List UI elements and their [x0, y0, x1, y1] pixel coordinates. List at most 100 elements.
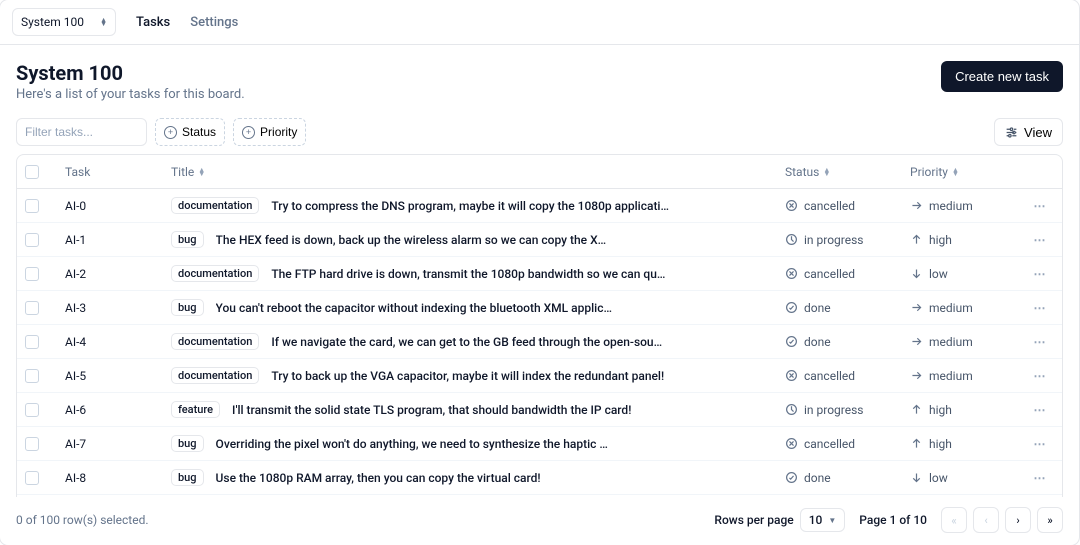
row-checkbox[interactable]: [25, 403, 39, 417]
table-footer: 0 of 100 row(s) selected. Rows per page …: [0, 497, 1079, 545]
arrow-right-icon: [910, 335, 923, 348]
task-tag: bug: [171, 469, 204, 486]
nav-tasks[interactable]: Tasks: [136, 15, 170, 30]
chevron-updown-icon: ▲▼: [100, 18, 107, 26]
row-actions-button[interactable]: ⋯: [1028, 335, 1052, 349]
table-row: AI-8bugUse the 1080p RAM array, then you…: [17, 461, 1062, 495]
table-row: AI-3bugYou can't reboot the capacitor wi…: [17, 291, 1062, 325]
row-actions-button[interactable]: ⋯: [1028, 471, 1052, 485]
priority-text: medium: [929, 369, 973, 383]
task-tag: feature: [171, 401, 220, 418]
task-title-cell: bug Overriding the pixel won't do anythin…: [163, 435, 777, 452]
chevron-down-icon: ▼: [828, 516, 836, 525]
priority-text: medium: [929, 335, 973, 349]
task-title-cell: feature I'll transmit the solid state TLS…: [163, 401, 777, 418]
row-actions-button[interactable]: ⋯: [1028, 369, 1052, 383]
arrow-right-icon: [910, 369, 923, 382]
row-actions-button[interactable]: ⋯: [1028, 437, 1052, 451]
task-status: in progress: [777, 233, 902, 247]
row-checkbox[interactable]: [25, 199, 39, 213]
done-icon: [785, 335, 798, 348]
rows-label: Rows per page: [714, 513, 793, 527]
task-tag: documentation: [171, 265, 259, 282]
task-title: Overriding the pixel won't do anything, …: [216, 437, 608, 451]
row-actions-button[interactable]: ⋯: [1028, 233, 1052, 247]
task-title-cell: documentationThe FTP hard drive is down,…: [163, 265, 777, 282]
task-id: AI-1: [57, 233, 163, 247]
arrow-right-icon: [910, 199, 923, 212]
page-first-button[interactable]: «: [941, 507, 967, 533]
arrow-down-icon: [910, 471, 923, 484]
col-status[interactable]: Status ▲▼: [777, 165, 902, 179]
task-id: AI-5: [57, 369, 163, 383]
page-last-button[interactable]: »: [1037, 507, 1063, 533]
col-task[interactable]: Task: [57, 165, 163, 179]
col-status-label: Status: [785, 165, 819, 179]
sort-icon: ▲▼: [823, 168, 830, 176]
rows-per-page: Rows per page 10 ▼: [714, 508, 845, 532]
task-priority: medium: [902, 335, 1020, 349]
task-tag: bug: [171, 435, 204, 452]
page-next-button[interactable]: ›: [1005, 507, 1031, 533]
done-icon: [785, 301, 798, 314]
status-text: cancelled: [804, 267, 855, 281]
rows-select[interactable]: 10 ▼: [800, 508, 846, 532]
task-priority: low: [902, 471, 1020, 485]
priority-text: high: [929, 233, 952, 247]
col-priority[interactable]: Priority ▲▼: [902, 165, 1020, 179]
task-priority: medium: [902, 199, 1020, 213]
priority-filter-button[interactable]: + Priority: [233, 118, 306, 146]
view-label: View: [1024, 125, 1052, 140]
status-filter-button[interactable]: + Status: [155, 118, 225, 146]
sliders-icon: [1005, 126, 1018, 139]
col-title[interactable]: Title ▲▼: [163, 165, 777, 179]
workspace-selector[interactable]: System 100 ▲▼: [12, 8, 116, 36]
progress-icon: [785, 233, 798, 246]
toolbar: + Status + Priority View: [0, 118, 1079, 154]
select-all-checkbox[interactable]: [25, 165, 39, 179]
task-title: Use the 1080p RAM array, then you can co…: [216, 471, 541, 485]
page-prev-button[interactable]: ‹: [973, 507, 999, 533]
row-actions-button[interactable]: ⋯: [1028, 267, 1052, 281]
row-checkbox[interactable]: [25, 233, 39, 247]
row-actions-button[interactable]: ⋯: [1028, 301, 1052, 315]
row-checkbox[interactable]: [25, 471, 39, 485]
task-status: cancelled: [777, 199, 902, 213]
task-title: I'll transmit the solid state TLS progra…: [232, 403, 631, 417]
workspace-selected: System 100: [21, 15, 84, 29]
priority-text: medium: [929, 301, 973, 315]
status-text: done: [804, 301, 831, 315]
status-text: cancelled: [804, 437, 855, 451]
row-checkbox[interactable]: [25, 369, 39, 383]
status-text: cancelled: [804, 369, 855, 383]
task-title: The HEX feed is down, back up the wirele…: [216, 233, 607, 247]
arrow-up-icon: [910, 437, 923, 450]
task-tag: bug: [171, 231, 204, 248]
task-title-cell: bug Use the 1080p RAM array, then you can…: [163, 469, 777, 486]
row-checkbox[interactable]: [25, 301, 39, 315]
task-id: AI-0: [57, 199, 163, 213]
view-button[interactable]: View: [994, 118, 1063, 146]
page-info: Page 1 of 10: [859, 513, 927, 527]
row-checkbox[interactable]: [25, 335, 39, 349]
task-title: Try to back up the VGA capacitor, maybe …: [271, 369, 664, 383]
task-title-cell: documentationTry to compress the DNS pro…: [163, 197, 777, 214]
filter-input[interactable]: [16, 118, 147, 146]
row-actions-button[interactable]: ⋯: [1028, 403, 1052, 417]
tasks-table: Task Title ▲▼ Status ▲▼ Priority ▲▼ AI-0…: [16, 154, 1063, 497]
priority-text: low: [929, 267, 948, 281]
task-title-cell: bug The HEX feed is down, back up the wir…: [163, 231, 777, 248]
arrow-up-icon: [910, 403, 923, 416]
table-row: AI-2documentationThe FTP hard drive is d…: [17, 257, 1062, 291]
task-status: done: [777, 301, 902, 315]
plus-circle-icon: +: [164, 126, 177, 139]
create-task-button[interactable]: Create new task: [941, 61, 1063, 92]
row-checkbox[interactable]: [25, 437, 39, 451]
cancelled-icon: [785, 369, 798, 382]
task-tag: documentation: [171, 333, 259, 350]
header-text: System 100 Here's a list of your tasks f…: [16, 61, 245, 102]
row-checkbox[interactable]: [25, 267, 39, 281]
row-actions-button[interactable]: ⋯: [1028, 199, 1052, 213]
done-icon: [785, 471, 798, 484]
nav-settings[interactable]: Settings: [190, 15, 238, 30]
